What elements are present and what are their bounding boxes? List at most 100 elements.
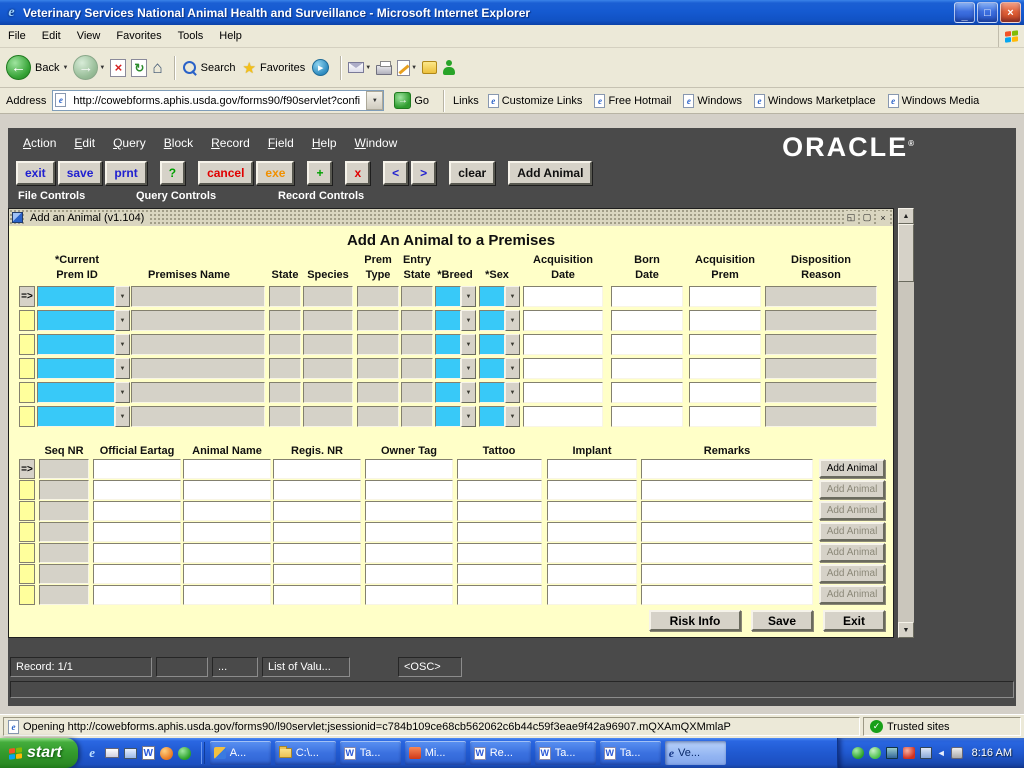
acquisition-prem-field[interactable] (689, 382, 761, 403)
link-customize-links[interactable]: eCustomize Links (488, 94, 583, 108)
official-eartag-field[interactable] (93, 480, 181, 500)
ie-menu-edit[interactable]: Edit (34, 26, 69, 46)
breed-field[interactable] (435, 286, 461, 307)
current-prem-id-field[interactable] (37, 358, 115, 379)
link-windows-marketplace[interactable]: eWindows Marketplace (754, 94, 876, 108)
taskbar-button-ta[interactable]: WTa... (535, 741, 596, 765)
sex-field[interactable] (479, 358, 505, 379)
media-player-icon[interactable] (160, 747, 173, 760)
sex-dropdown-button[interactable]: ▼ (505, 310, 520, 331)
current-prem-id-dropdown-button[interactable]: ▼ (115, 334, 130, 355)
breed-field[interactable] (435, 382, 461, 403)
implant-field[interactable] (547, 522, 637, 542)
regis-nr-field[interactable] (273, 522, 361, 542)
remarks-field[interactable] (641, 585, 813, 605)
ie-menu-tools[interactable]: Tools (170, 26, 212, 46)
tattoo-field[interactable] (457, 501, 542, 521)
oracle-menu-field[interactable]: Field (259, 133, 303, 153)
animal-name-field[interactable] (183, 585, 271, 605)
taskbar-button-a[interactable]: A... (210, 741, 271, 765)
outlook-icon[interactable] (105, 748, 119, 758)
oracle-menu-help[interactable]: Help (303, 133, 346, 153)
acquisition-date-field[interactable] (523, 310, 603, 331)
form-scrollbar[interactable]: ▲ ▼ (898, 208, 914, 638)
oracle-toolbar--button[interactable]: ? (160, 161, 185, 185)
edit-dropdown-icon[interactable]: ▼ (411, 65, 417, 71)
acquisition-prem-field[interactable] (689, 358, 761, 379)
oracle-toolbar-x-button[interactable]: x (345, 161, 370, 185)
regis-nr-field[interactable] (273, 459, 361, 479)
regis-nr-field[interactable] (273, 480, 361, 500)
regis-nr-field[interactable] (273, 543, 361, 563)
owner-tag-field[interactable] (365, 564, 453, 584)
sex-field[interactable] (479, 382, 505, 403)
media-button[interactable]: ▶ (312, 59, 329, 76)
refresh-button[interactable]: ↻ (131, 59, 147, 77)
official-eartag-field[interactable] (93, 585, 181, 605)
implant-field[interactable] (547, 543, 637, 563)
mail-dropdown-icon[interactable]: ▼ (365, 65, 371, 71)
animal-name-field[interactable] (183, 501, 271, 521)
ie-menu-view[interactable]: View (69, 26, 109, 46)
acquisition-date-field[interactable] (523, 358, 603, 379)
owner-tag-field[interactable] (365, 522, 453, 542)
current-prem-id-dropdown-button[interactable]: ▼ (115, 382, 130, 403)
current-prem-id-field[interactable] (37, 286, 115, 307)
animal-name-field[interactable] (183, 543, 271, 563)
current-prem-id-field[interactable] (37, 406, 115, 427)
internet-explorer-icon[interactable]: e (85, 746, 100, 761)
oracle-toolbar--button[interactable]: < (383, 161, 408, 185)
remarks-field[interactable] (641, 543, 813, 563)
search-button[interactable]: Search (182, 60, 238, 75)
current-prem-id-dropdown-button[interactable]: ▼ (115, 286, 130, 307)
exit-button[interactable]: Exit (823, 610, 885, 631)
current-prem-id-dropdown-button[interactable]: ▼ (115, 310, 130, 331)
breed-dropdown-button[interactable]: ▼ (461, 334, 476, 355)
taskbar-button-ta[interactable]: WTa... (340, 741, 401, 765)
implant-field[interactable] (547, 501, 637, 521)
owner-tag-field[interactable] (365, 480, 453, 500)
address-input[interactable] (52, 90, 384, 111)
save-button[interactable]: Save (751, 610, 813, 631)
current-prem-id-field[interactable] (37, 334, 115, 355)
start-button[interactable]: start (0, 738, 78, 768)
acquisition-prem-field[interactable] (689, 286, 761, 307)
form-close-button[interactable]: × (876, 211, 890, 224)
oracle-toolbar-prnt-button[interactable]: prnt (105, 161, 146, 185)
link-windows-media[interactable]: eWindows Media (888, 94, 980, 108)
messenger-tray-icon[interactable] (869, 747, 881, 759)
acquisition-prem-field[interactable] (689, 310, 761, 331)
owner-tag-field[interactable] (365, 585, 453, 605)
official-eartag-field[interactable] (93, 522, 181, 542)
born-date-field[interactable] (611, 382, 683, 403)
oracle-menu-record[interactable]: Record (202, 133, 259, 153)
oracle-toolbar-exe-button[interactable]: exe (256, 161, 294, 185)
oracle-menu-query[interactable]: Query (104, 133, 155, 153)
link-free-hotmail[interactable]: eFree Hotmail (594, 94, 671, 108)
oracle-menu-edit[interactable]: Edit (65, 133, 104, 153)
add-animal-row-button[interactable]: Add Animal (819, 459, 885, 478)
close-button[interactable]: × (1000, 2, 1021, 23)
regis-nr-field[interactable] (273, 501, 361, 521)
breed-dropdown-button[interactable]: ▼ (461, 310, 476, 331)
born-date-field[interactable] (611, 334, 683, 355)
regis-nr-field[interactable] (273, 585, 361, 605)
scroll-down-button[interactable]: ▼ (898, 622, 914, 638)
maximize-button[interactable]: □ (977, 2, 998, 23)
owner-tag-field[interactable] (365, 501, 453, 521)
remarks-field[interactable] (641, 564, 813, 584)
breed-field[interactable] (435, 358, 461, 379)
taskbar-button-ta[interactable]: WTa... (600, 741, 661, 765)
form-maximize-button[interactable]: ▢ (860, 211, 874, 224)
oracle-menu-block[interactable]: Block (155, 133, 202, 153)
show-desktop-icon[interactable] (124, 748, 137, 759)
tattoo-field[interactable] (457, 564, 542, 584)
tattoo-field[interactable] (457, 543, 542, 563)
acquisition-date-field[interactable] (523, 286, 603, 307)
born-date-field[interactable] (611, 286, 683, 307)
display-tray-icon[interactable] (920, 747, 932, 759)
home-button[interactable]: ⌂ (152, 58, 162, 78)
animal-name-field[interactable] (183, 480, 271, 500)
discuss-button[interactable] (422, 61, 437, 74)
current-prem-id-dropdown-button[interactable]: ▼ (115, 406, 130, 427)
